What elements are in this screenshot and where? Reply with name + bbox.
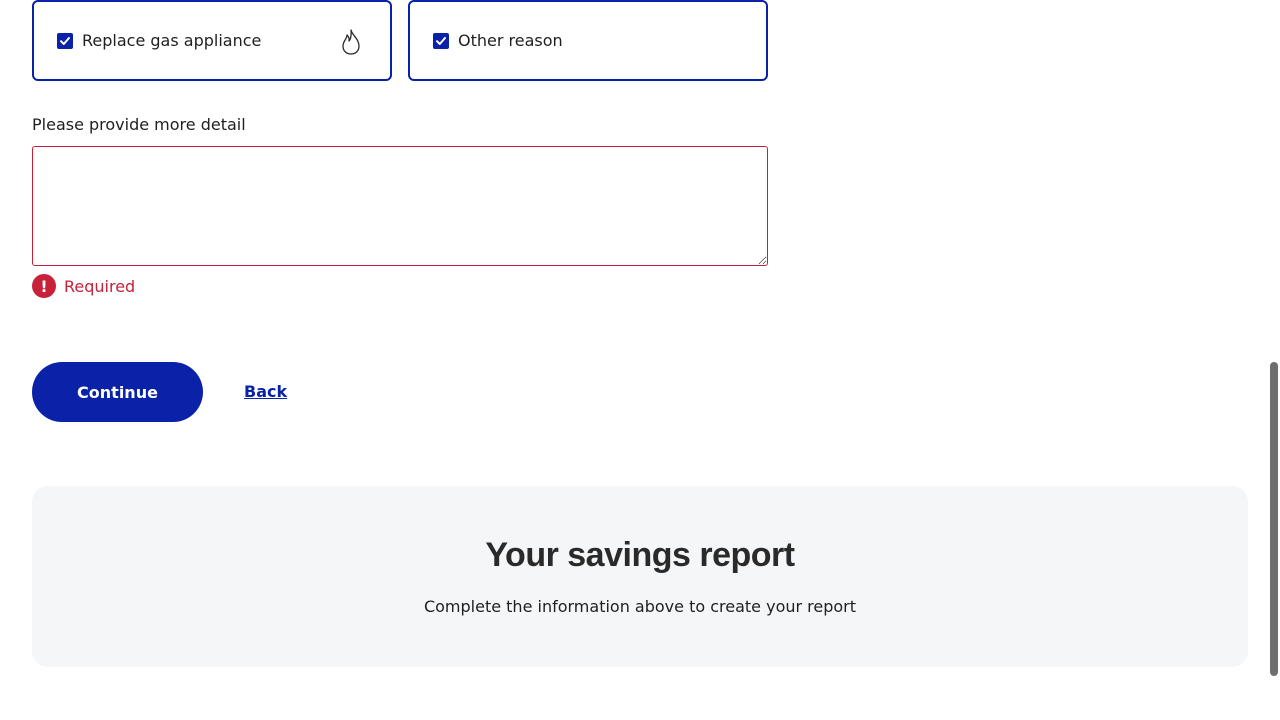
back-link[interactable]: Back xyxy=(244,382,287,401)
report-subtitle: Complete the information above to create… xyxy=(423,597,857,616)
option-label: Replace gas appliance xyxy=(82,31,262,50)
error-alert-icon: ! xyxy=(32,274,56,298)
checkbox-checked-icon[interactable] xyxy=(57,32,73,49)
detail-field-label: Please provide more detail xyxy=(32,115,246,134)
option-label: Other reason xyxy=(458,31,563,50)
option-other-reason[interactable]: Other reason xyxy=(408,0,768,81)
report-title: Your savings report xyxy=(485,536,795,574)
scrollbar[interactable] xyxy=(1266,0,1280,720)
page: Replace gas appliance Other reason Pleas… xyxy=(0,0,1280,720)
error-message: ! Required xyxy=(32,274,135,298)
flame-icon xyxy=(338,28,364,56)
checkbox-checked-icon[interactable] xyxy=(433,32,449,49)
continue-button[interactable]: Continue xyxy=(32,362,203,422)
savings-report-panel: Your savings report Complete the informa… xyxy=(32,486,1248,667)
detail-textarea[interactable] xyxy=(32,146,768,266)
option-replace-gas-appliance[interactable]: Replace gas appliance xyxy=(32,0,392,81)
scrollbar-thumb[interactable] xyxy=(1270,362,1278,676)
error-text: Required xyxy=(64,276,136,296)
